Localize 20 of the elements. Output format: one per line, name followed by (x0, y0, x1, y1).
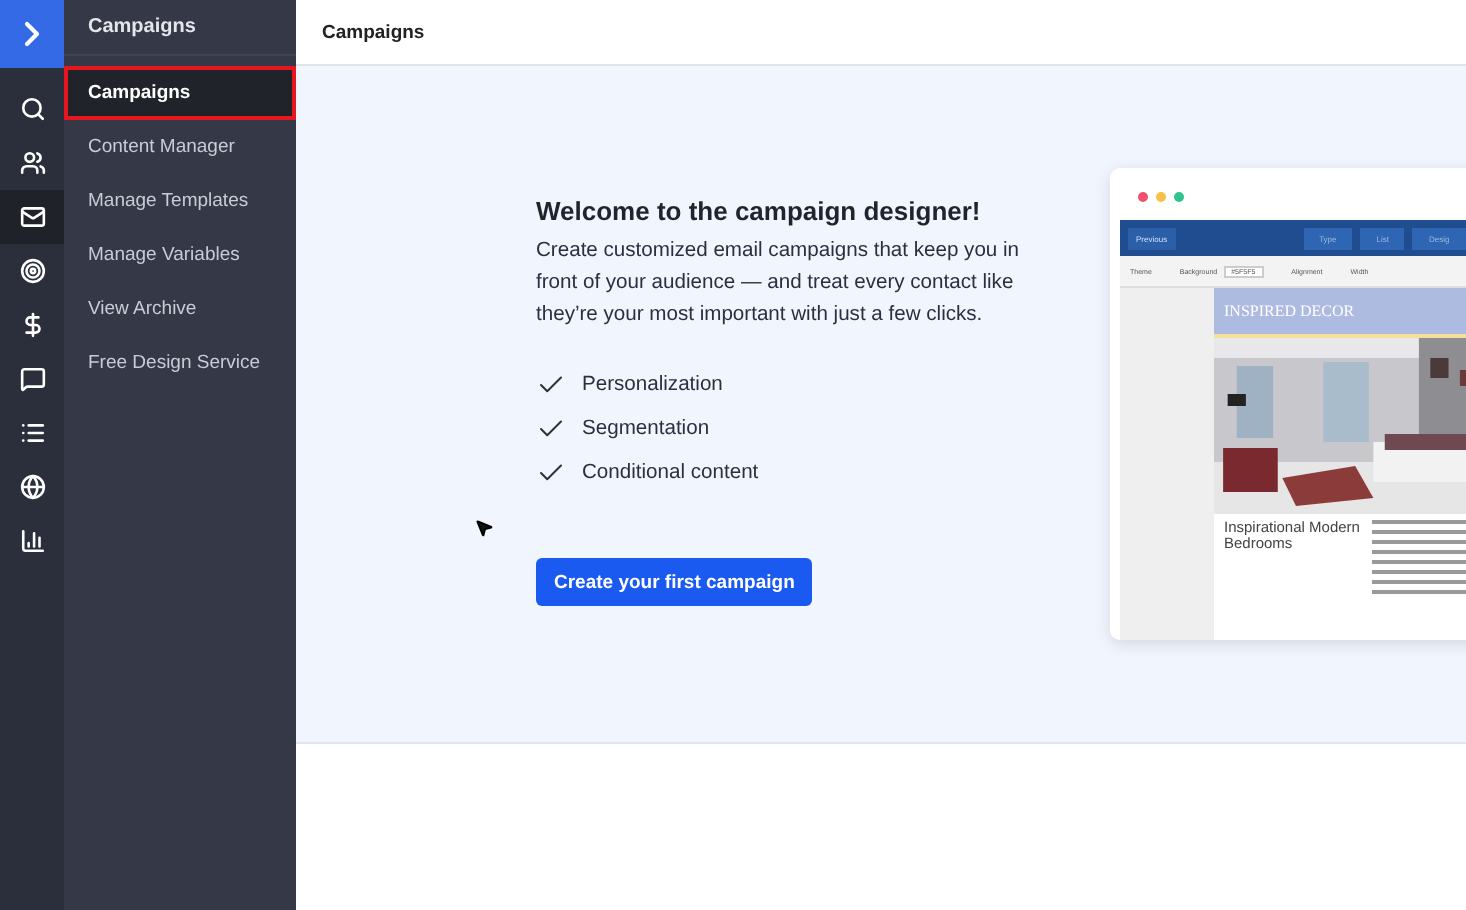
window-dot-icon (1138, 192, 1148, 202)
mouse-cursor-icon (474, 518, 494, 538)
logo-icon[interactable] (0, 0, 64, 68)
welcome-heading: Welcome to the campaign designer! (536, 196, 983, 226)
welcome-text: Create customized email campaigns that keep you in front of your audience — and treat every contact like they’re your most important with just a few clicks. (536, 238, 1022, 330)
window-dot-icon (1174, 192, 1184, 202)
sidebar-item[interactable]: Content Manager (64, 120, 296, 174)
sidebar-item[interactable]: Manage Variables (64, 228, 296, 282)
window-dot-icon (1156, 192, 1166, 202)
sidebar-item[interactable]: View Archive (64, 282, 296, 336)
email-banner: INSPIRED DECOR (1214, 288, 1466, 338)
feature-label: Segmentation (582, 418, 710, 440)
create-campaign-button[interactable]: Create your first campaign (536, 558, 813, 606)
envelope-icon[interactable] (0, 190, 64, 244)
sidebar-item[interactable]: Campaigns (64, 66, 296, 120)
sidebar-item[interactable]: Manage Templates (64, 174, 296, 228)
text-lines-drawing (1372, 520, 1466, 600)
sidebar-item[interactable]: Free Design Service (64, 336, 296, 390)
feature-label: Conditional content (582, 462, 759, 484)
feature-label: Personalization (582, 374, 723, 396)
